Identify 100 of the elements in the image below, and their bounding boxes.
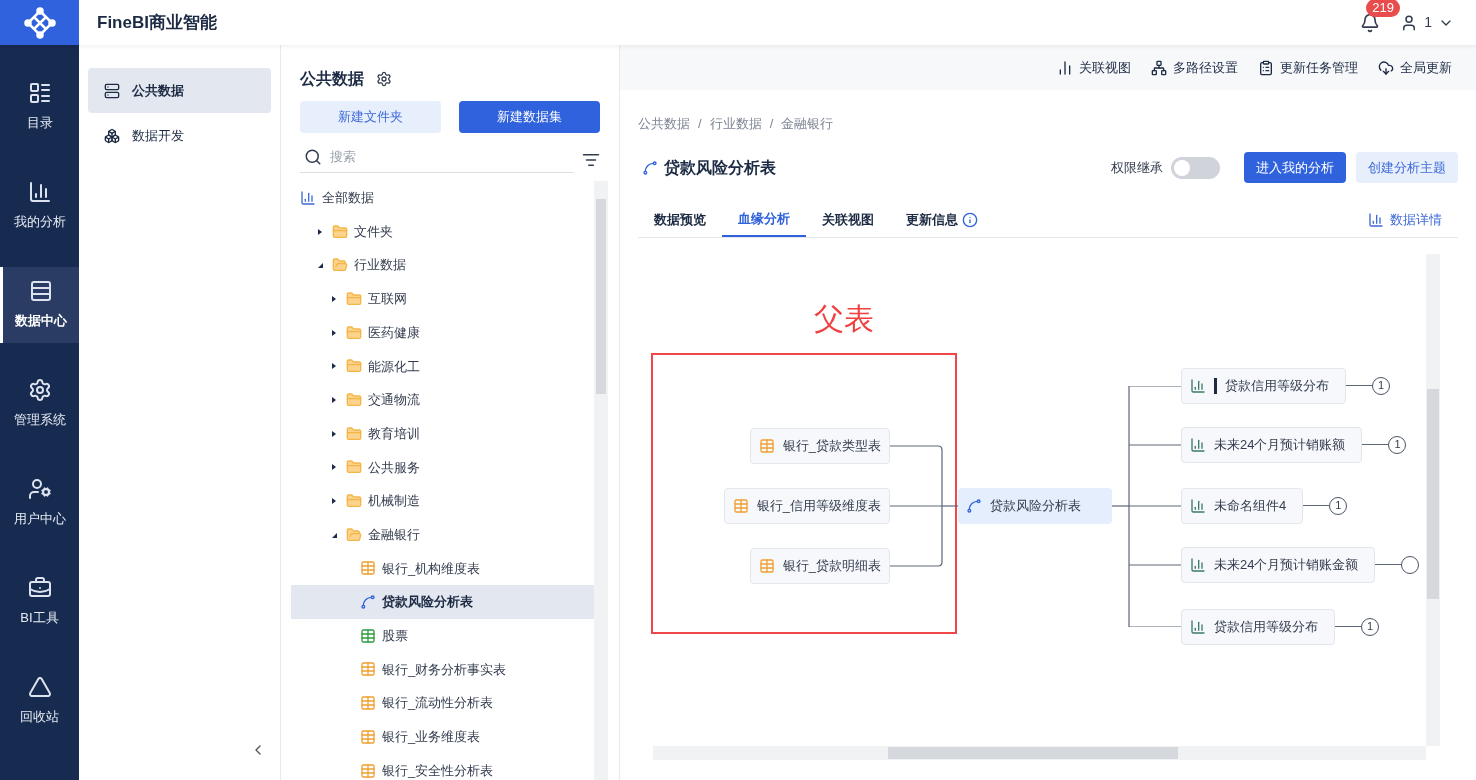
breadcrumb-item[interactable]: 行业数据: [709, 114, 762, 134]
tree-item-label: 医药健康: [368, 323, 420, 342]
tree-item[interactable]: 股票: [291, 618, 594, 653]
table-icon: [360, 695, 376, 712]
filter-history-icon[interactable]: [582, 151, 600, 169]
component-node[interactable]: 未命名组件4: [1181, 487, 1304, 524]
tree-item-label: 银行_安全性分析表: [382, 761, 494, 780]
folder-icon: [346, 324, 362, 341]
tree-item[interactable]: 贷款风险分析表: [291, 585, 594, 619]
node-label: 银行_信用等级维度表: [756, 496, 881, 515]
scrollbar[interactable]: [653, 746, 1426, 760]
line-chart-icon: [966, 497, 982, 514]
tree-item-label: 能源化工: [368, 357, 420, 376]
logo-icon: [23, 6, 56, 39]
sidebar-item[interactable]: BI工具: [0, 564, 79, 640]
notification-bell-icon[interactable]: [1360, 12, 1381, 33]
text-cursor-icon: [1214, 377, 1217, 394]
table-icon: [360, 560, 376, 577]
parent-table-node[interactable]: 银行_贷款明细表: [749, 547, 890, 584]
sidebar-item[interactable]: 数据中心: [0, 267, 79, 343]
node-label: 银行_贷款类型表: [782, 436, 881, 455]
sidebar-item[interactable]: 我的分析: [0, 168, 79, 244]
table-icon: [758, 437, 775, 454]
sidebar-item[interactable]: 目录: [0, 69, 79, 145]
sidebar-label: 回收站: [20, 708, 59, 727]
folder-icon: [332, 257, 348, 274]
folder-icon: [346, 290, 362, 307]
tree-item[interactable]: 银行_财务分析事实表: [291, 652, 594, 687]
sidebar-item[interactable]: 用户中心: [0, 465, 79, 541]
tree-item-label: 金融银行: [368, 525, 420, 544]
tree-item[interactable]: 银行_机构维度表: [291, 551, 594, 586]
tree-item[interactable]: 教育培训: [291, 416, 594, 451]
parent-table-node[interactable]: 银行_信用等级维度表: [723, 487, 890, 524]
component-node[interactable]: 未来24个月预计销账金额: [1181, 546, 1376, 583]
enter-analysis-button[interactable]: 进入我的分析: [1244, 152, 1346, 183]
node-label: 贷款信用等级分布: [1214, 617, 1318, 636]
subnav-item[interactable]: 公共数据: [88, 68, 271, 113]
logo-tile[interactable]: [0, 0, 79, 45]
settings-icon[interactable]: [376, 71, 392, 87]
tree-item[interactable]: 机械制造: [291, 484, 594, 518]
tree-item-label: 股票: [382, 627, 408, 646]
tree-item[interactable]: 银行_安全性分析表: [291, 753, 594, 780]
tree-item[interactable]: 能源化工: [291, 349, 594, 384]
permission-toggle[interactable]: [1171, 156, 1220, 179]
breadcrumb-item[interactable]: 金融银行: [781, 114, 834, 134]
tree-item[interactable]: 银行_流动性分析表: [291, 686, 594, 720]
line-chart-icon: [360, 594, 376, 611]
folder-icon: [346, 425, 362, 442]
scrollbar[interactable]: [1426, 253, 1440, 746]
tree-item[interactable]: 互联网: [291, 282, 594, 316]
tree-item-label: 银行_业务维度表: [382, 728, 481, 747]
search-field[interactable]: 搜索: [330, 146, 574, 167]
parent-table-node[interactable]: 银行_贷款类型表: [749, 427, 890, 464]
sidebar-item[interactable]: 回收站: [0, 663, 79, 739]
breadcrumb-item[interactable]: 公共数据: [638, 114, 690, 134]
scrollbar[interactable]: [594, 181, 608, 780]
tree-item-label: 行业数据: [354, 256, 406, 275]
current-table-node[interactable]: 贷款风险分析表: [958, 487, 1112, 524]
line-chart-icon: [642, 159, 658, 176]
sidebar-label: 我的分析: [13, 213, 66, 232]
search-icon: [304, 147, 322, 166]
user-menu[interactable]: 1: [1400, 12, 1454, 33]
subnav-label: 数据开发: [132, 126, 184, 145]
tree-item[interactable]: 行业数据: [291, 248, 594, 283]
toolbar-button[interactable]: 全局更新: [1378, 57, 1452, 78]
tab[interactable]: 数据预览: [638, 202, 722, 237]
scrollbar-thumb[interactable]: [596, 199, 606, 394]
tree-item-label: 机械制造: [368, 492, 420, 511]
toolbar-button[interactable]: 更新任务管理: [1258, 57, 1358, 78]
create-subject-button[interactable]: 创建分析主题: [1356, 152, 1458, 183]
bar-chart-icon: [1190, 436, 1206, 453]
tree-item[interactable]: 全部数据: [291, 181, 594, 215]
tab[interactable]: 更新信息: [890, 202, 994, 237]
bar-chart-icon: [1190, 556, 1206, 573]
component-node[interactable]: 未来24个月预计销账额: [1181, 426, 1363, 463]
scrollbar-thumb[interactable]: [1427, 388, 1439, 599]
tree-item[interactable]: 金融银行: [291, 517, 594, 552]
component-node[interactable]: 贷款信用等级分布: [1181, 367, 1346, 404]
new-folder-button[interactable]: 新建文件夹: [300, 101, 441, 133]
folder-icon: [346, 358, 362, 375]
tree-item[interactable]: 银行_业务维度表: [291, 720, 594, 754]
tab[interactable]: 血缘分析: [722, 202, 806, 237]
node-label: 未命名组件4: [1214, 496, 1287, 515]
tree-item[interactable]: 交通物流: [291, 383, 594, 417]
tree-item[interactable]: 医药健康: [291, 315, 594, 350]
tree-item-label: 互联网: [368, 290, 407, 309]
toolbar-button[interactable]: 关联视图: [1057, 57, 1131, 78]
data-details-link[interactable]: 数据详情: [1368, 202, 1458, 237]
toolbar-button[interactable]: 多路径设置: [1151, 57, 1238, 78]
scrollbar-thumb[interactable]: [888, 747, 1178, 759]
tab[interactable]: 关联视图: [806, 202, 890, 237]
tree-item-label: 银行_流动性分析表: [382, 694, 494, 713]
table-icon: [758, 557, 775, 574]
tree-item[interactable]: 文件夹: [291, 214, 594, 249]
component-node[interactable]: 贷款信用等级分布: [1181, 608, 1335, 645]
bar-chart-icon: [1190, 497, 1206, 514]
new-dataset-button[interactable]: 新建数据集: [459, 101, 600, 133]
sidebar-item[interactable]: 管理系统: [0, 366, 79, 442]
subnav-item[interactable]: 数据开发: [88, 113, 271, 158]
tree-item[interactable]: 公共服务: [291, 450, 594, 485]
